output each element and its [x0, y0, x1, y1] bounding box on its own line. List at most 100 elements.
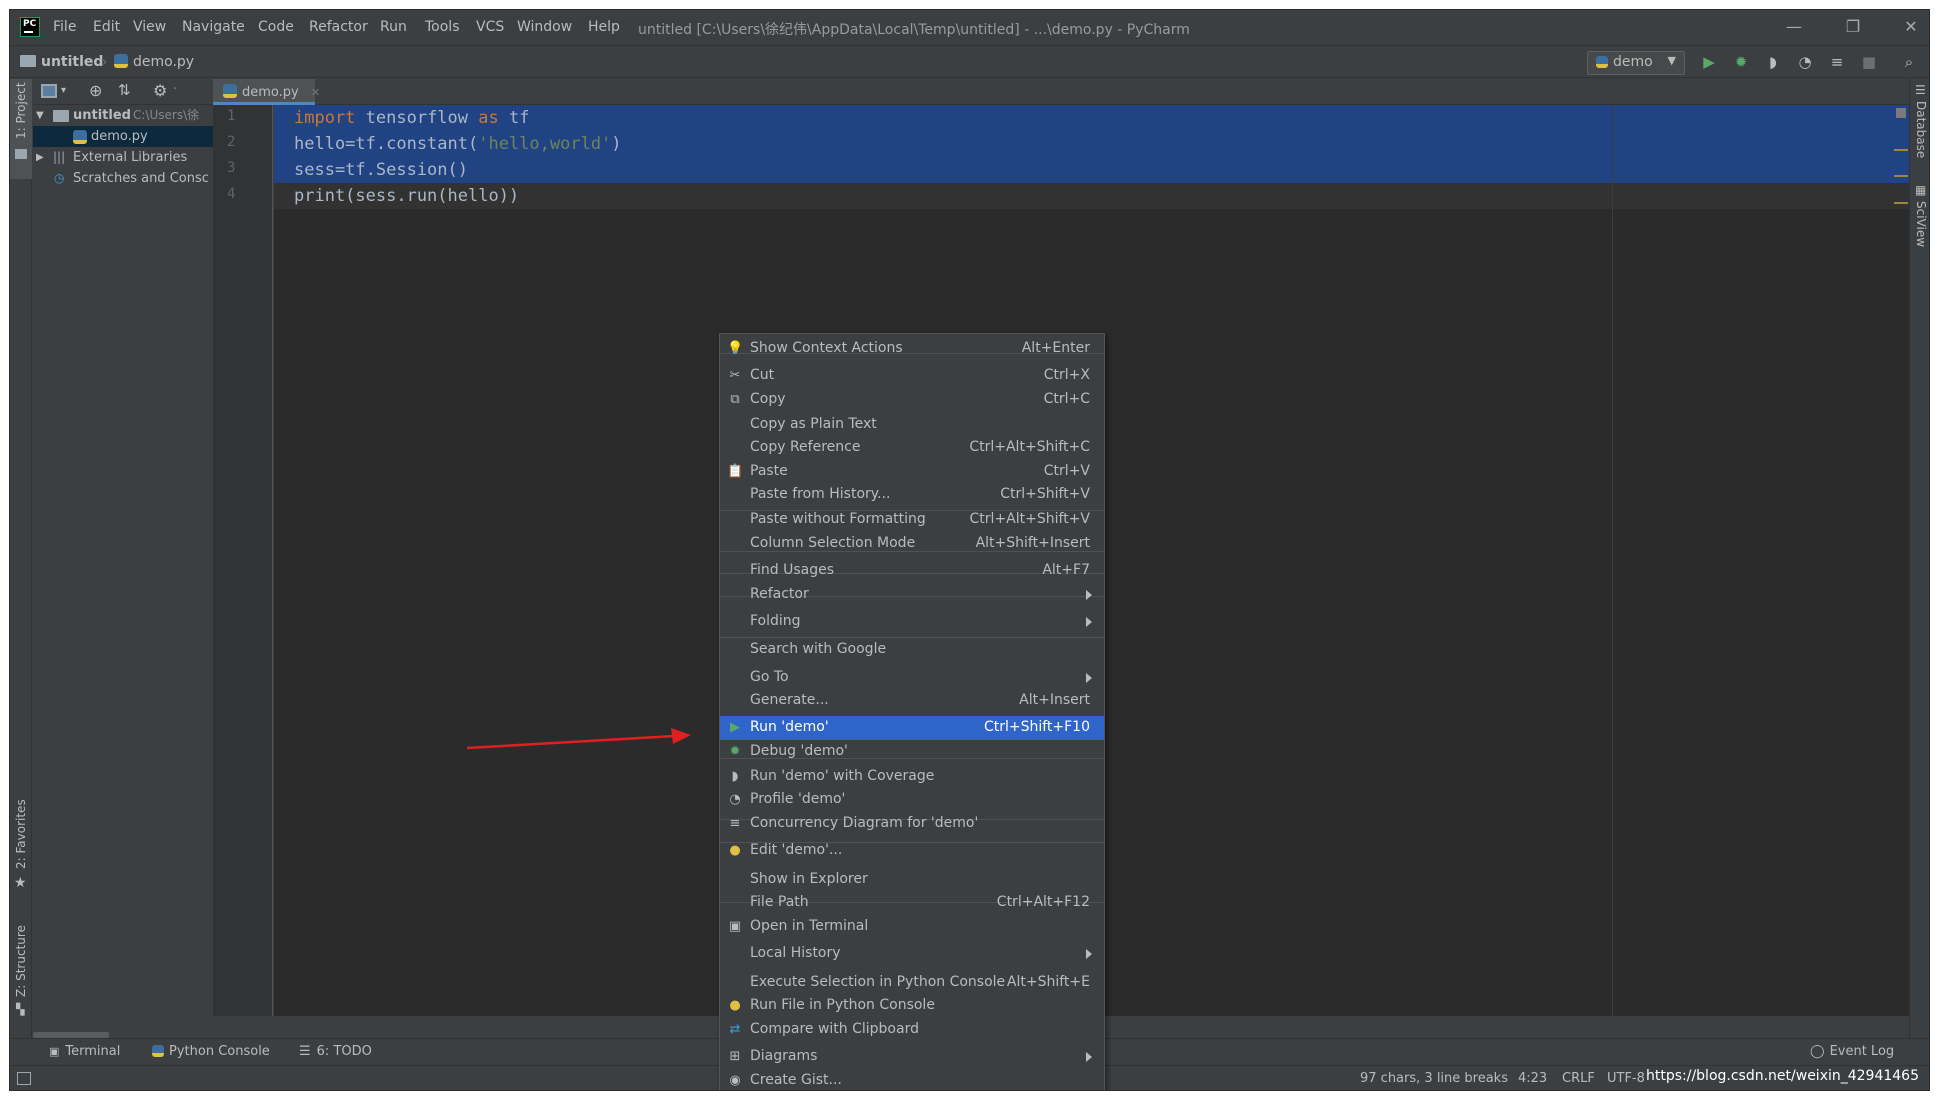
menu-item-label: Generate...: [750, 692, 829, 709]
tree-scratches-label: Scratches and Consc: [73, 171, 209, 186]
debug-icon[interactable]: ✹: [1731, 52, 1751, 72]
menu-navigate[interactable]: Navigate: [182, 19, 245, 35]
structure-tool-button[interactable]: Z: Structure ▚: [10, 909, 32, 1019]
menu-item-refactor[interactable]: Refactor: [720, 583, 1104, 607]
tree-item-root[interactable]: ▼ untitled C:\Users\徐: [33, 105, 213, 126]
tab-demo-py[interactable]: demo.py ✕: [213, 79, 320, 105]
submenu-arrow-icon: [1086, 616, 1092, 627]
minimize-button[interactable]: —: [1782, 16, 1806, 38]
menu-run[interactable]: Run: [380, 19, 407, 35]
tab-todo-label: 6: TODO: [316, 1044, 372, 1059]
error-stripe-marker[interactable]: [1894, 149, 1908, 151]
menu-vcs[interactable]: VCS: [476, 19, 504, 35]
hide-icon[interactable]: ·: [173, 82, 177, 97]
menu-item-diagrams[interactable]: ⊞ Diagrams: [720, 1045, 1104, 1069]
status-line-separator[interactable]: CRLF: [1562, 1071, 1595, 1086]
menu-item-concurrency-diagram-for-demo[interactable]: ≡ Concurrency Diagram for 'demo': [720, 812, 1104, 836]
menu-edit[interactable]: Edit: [93, 19, 120, 35]
favorites-tool-button[interactable]: 2: Favorites ★: [10, 799, 32, 894]
breadcrumb-file[interactable]: demo.py: [114, 54, 194, 70]
code-line-2[interactable]: hello=tf.constant('hello,world'): [274, 131, 1909, 157]
tree-item-demo[interactable]: demo.py: [33, 126, 213, 147]
menu-item-execute-selection-in-python-console[interactable]: Execute Selection in Python Console Alt+S…: [720, 971, 1104, 995]
database-tool-button[interactable]: ☰ Database: [1910, 79, 1929, 169]
python-icon: ●: [729, 998, 741, 1014]
menu-item-column-selection-mode[interactable]: Column Selection Mode Alt+Shift+Insert: [720, 532, 1104, 556]
menu-tools[interactable]: Tools: [425, 19, 460, 35]
tab-python-console[interactable]: Python Console: [152, 1044, 270, 1059]
menu-item-label: Find Usages: [750, 561, 835, 578]
menu-window[interactable]: Window: [517, 19, 572, 35]
status-encoding[interactable]: UTF-8: [1607, 1071, 1645, 1086]
code-line-4[interactable]: print(sess.run(hello)): [274, 183, 1909, 209]
project-tool-button[interactable]: 1: Project: [10, 79, 32, 179]
profile-icon[interactable]: ◔: [1795, 52, 1815, 72]
menu-item-open-in-terminal[interactable]: ▣ Open in Terminal: [720, 915, 1104, 939]
tree-item-scratches[interactable]: ◷ Scratches and Consc: [33, 168, 213, 189]
menu-item-debug-demo[interactable]: ✹ Debug 'demo': [720, 740, 1104, 764]
menu-file[interactable]: File: [53, 19, 76, 35]
sciview-tool-button[interactable]: ▦ SciView: [1910, 179, 1929, 269]
menu-help[interactable]: Help: [588, 19, 620, 35]
stop-icon[interactable]: ■: [1859, 52, 1879, 72]
menu-item-go-to[interactable]: Go To: [720, 666, 1104, 690]
code-line-1[interactable]: import tensorflow as tf: [274, 105, 1909, 131]
menu-item-generate[interactable]: Generate... Alt+Insert: [720, 689, 1104, 713]
menu-view[interactable]: View: [133, 19, 166, 35]
menu-item-edit-demo[interactable]: ● Edit 'demo'...: [720, 839, 1104, 863]
annotation-arrow: [466, 728, 691, 750]
close-window-button[interactable]: ✕: [1899, 16, 1923, 38]
chevron-down-icon[interactable]: ▾: [61, 85, 66, 96]
code-token: as: [478, 108, 499, 128]
close-tab-icon[interactable]: ✕: [311, 86, 320, 99]
breadcrumb-project[interactable]: untitled: [20, 54, 103, 70]
menu-item-file-path[interactable]: File Path Ctrl+Alt+F12: [720, 891, 1104, 915]
restore-button[interactable]: ❐: [1841, 16, 1865, 38]
menu-item-show-in-explorer[interactable]: Show in Explorer: [720, 868, 1104, 892]
menu-item-folding[interactable]: Folding: [720, 610, 1104, 634]
error-stripe-marker[interactable]: [1894, 175, 1908, 177]
run-icon[interactable]: ▶: [1699, 52, 1719, 72]
menu-item-cut[interactable]: ✂ Cut Ctrl+X: [720, 364, 1104, 388]
status-caret-position[interactable]: 4:23: [1518, 1071, 1547, 1086]
run-config-dropdown[interactable]: demo ▼: [1587, 51, 1685, 75]
menu-item-copy-as-plain-text[interactable]: Copy as Plain Text: [720, 413, 1104, 437]
gear-icon[interactable]: ⚙: [153, 81, 167, 100]
locate-icon[interactable]: ⊕: [89, 81, 102, 100]
project-view-icon[interactable]: [41, 84, 57, 98]
menu-item-local-history[interactable]: Local History: [720, 942, 1104, 966]
toggle-tool-windows-icon[interactable]: [17, 1072, 31, 1085]
terminal-icon: ▣: [728, 918, 742, 934]
menu-item-search-with-google[interactable]: Search with Google: [720, 638, 1104, 662]
menu-item-label: Edit 'demo'...: [750, 842, 843, 859]
search-icon[interactable]: ⌕: [1899, 52, 1919, 72]
tab-terminal[interactable]: ▣ Terminal: [49, 1044, 120, 1059]
inspection-status-icon[interactable]: [1896, 108, 1906, 118]
menu-item-run-file-in-python-console[interactable]: ● Run File in Python Console: [720, 994, 1104, 1018]
menu-item-paste[interactable]: 📋 Paste Ctrl+V: [720, 460, 1104, 484]
project-tool-label: 1: Project: [14, 82, 28, 139]
menu-item-label: Diagrams: [750, 1048, 818, 1065]
coverage-icon[interactable]: ◗: [1763, 52, 1783, 72]
error-stripe-marker[interactable]: [1894, 202, 1908, 204]
collapse-all-icon[interactable]: ⇅: [118, 81, 131, 99]
menu-code[interactable]: Code: [258, 19, 294, 35]
tab-todo[interactable]: ☰ 6: TODO: [299, 1044, 372, 1059]
menu-item-paste-from-history[interactable]: Paste from History... Ctrl+Shift+V: [720, 483, 1104, 507]
menu-item-show-context-actions[interactable]: 💡 Show Context Actions Alt+Enter: [720, 337, 1104, 361]
code-line-3[interactable]: sess=tf.Session(): [274, 157, 1909, 183]
menu-item-profile-demo[interactable]: ◔ Profile 'demo': [720, 788, 1104, 812]
menu-item-run-demo[interactable]: ▶ Run 'demo' Ctrl+Shift+F10: [720, 716, 1104, 741]
menu-item-copy-reference[interactable]: Copy Reference Ctrl+Alt+Shift+C: [720, 436, 1104, 460]
menu-item-create-gist[interactable]: ◉ Create Gist...: [720, 1069, 1104, 1090]
menu-item-compare-with-clipboard[interactable]: ⇄ Compare with Clipboard: [720, 1018, 1104, 1042]
menu-item-find-usages[interactable]: Find Usages Alt+F7: [720, 559, 1104, 583]
project-panel: ▾ ⊕ ⇅ ⚙ · ▼ untitled C:\Users\徐 demo.py …: [33, 79, 213, 1039]
tree-item-external-libraries[interactable]: ▶ ||| External Libraries: [33, 147, 213, 168]
menu-item-run-demo-with-coverage[interactable]: ◗ Run 'demo' with Coverage: [720, 765, 1104, 789]
menu-refactor[interactable]: Refactor: [309, 19, 368, 35]
concurrency-icon[interactable]: ≡: [1827, 52, 1847, 72]
tab-event-log[interactable]: ◯ Event Log: [1810, 1044, 1894, 1059]
menu-item-paste-without-formatting[interactable]: Paste without Formatting Ctrl+Alt+Shift+V: [720, 508, 1104, 532]
menu-item-copy[interactable]: ⧉ Copy Ctrl+C: [720, 388, 1104, 412]
